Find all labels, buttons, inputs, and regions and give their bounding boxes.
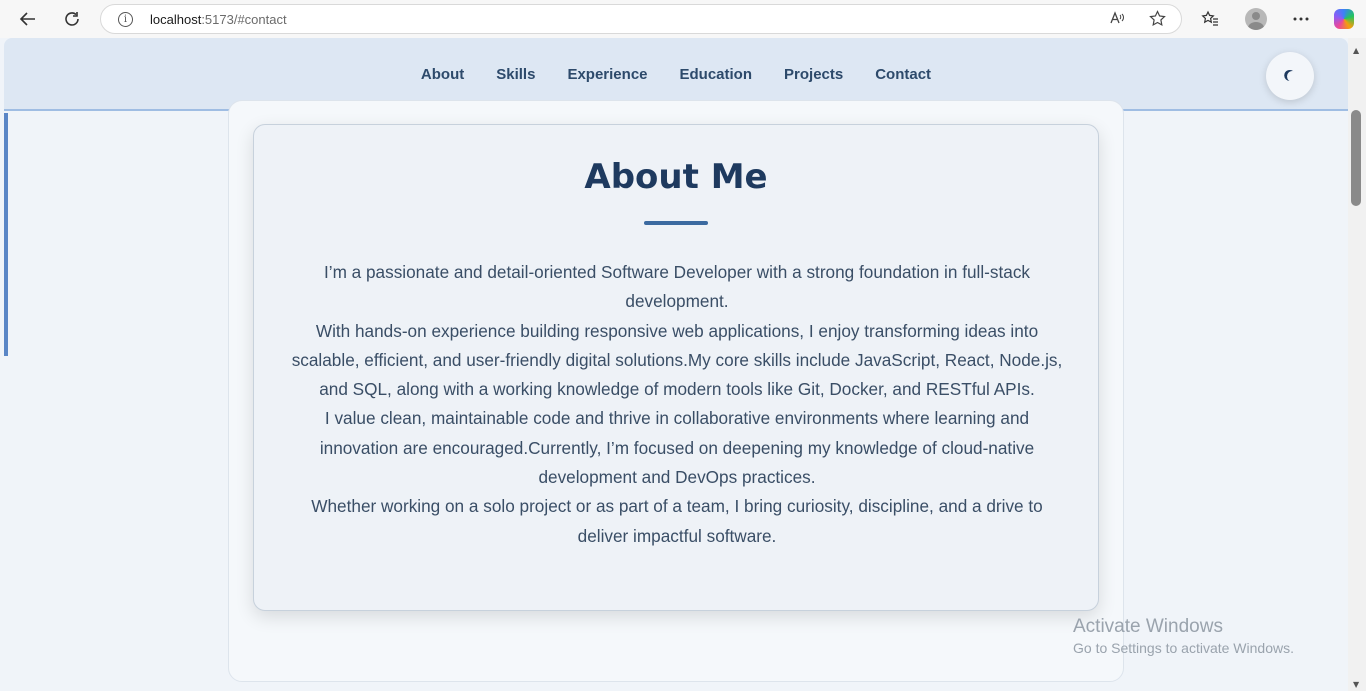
- url-host: localhost: [150, 12, 202, 27]
- moon-icon: [1285, 69, 1299, 83]
- about-paragraph: With hands-on experience building respon…: [291, 320, 1063, 400]
- scroll-down-arrow-icon[interactable]: ▼: [1353, 680, 1359, 689]
- browser-toolbar: i localhost:5173/#contact: [0, 0, 1366, 38]
- windows-activation-watermark: Activate Windows Go to Settings to activ…: [1073, 616, 1294, 656]
- more-options-icon[interactable]: [1288, 6, 1314, 32]
- watermark-subtitle: Go to Settings to activate Windows.: [1073, 640, 1294, 656]
- about-paragraph: I’m a passionate and detail-oriented Sof…: [323, 262, 1031, 312]
- favorite-star-icon[interactable]: [1149, 10, 1166, 31]
- scroll-progress-accent: [4, 113, 8, 356]
- copilot-icon[interactable]: [1331, 6, 1357, 32]
- page-viewport: About Skills Experience Education Projec…: [4, 38, 1348, 691]
- site-info-glyph: i: [123, 14, 128, 25]
- url-text[interactable]: localhost:5173/#contact: [150, 12, 287, 27]
- back-arrow-icon[interactable]: [14, 5, 42, 33]
- nav-education[interactable]: Education: [680, 66, 753, 83]
- favorites-icon[interactable]: [1197, 6, 1223, 32]
- nav-about[interactable]: About: [421, 66, 464, 83]
- scroll-up-arrow-icon[interactable]: ▲: [1353, 46, 1359, 55]
- read-aloud-icon[interactable]: [1109, 10, 1125, 30]
- address-bar[interactable]: i localhost:5173/#contact: [100, 4, 1182, 34]
- scrollbar-thumb[interactable]: [1351, 110, 1361, 206]
- about-title: About Me: [584, 157, 768, 197]
- url-path: :5173/#contact: [201, 12, 287, 27]
- nav-contact[interactable]: Contact: [875, 66, 931, 83]
- title-underline: [644, 221, 708, 225]
- refresh-icon[interactable]: [58, 5, 86, 33]
- theme-toggle-button[interactable]: [1266, 52, 1314, 100]
- about-text: I’m a passionate and detail-oriented Sof…: [284, 258, 1070, 551]
- nav-projects[interactable]: Projects: [784, 66, 843, 83]
- about-paragraph: Whether working on a solo project or as …: [311, 496, 1043, 546]
- vertical-scrollbar[interactable]: ▲ ▼: [1348, 38, 1366, 691]
- site-info-icon[interactable]: i: [118, 12, 133, 27]
- nav-skills[interactable]: Skills: [496, 66, 535, 83]
- about-paragraph: I value clean, maintainable code and thr…: [319, 408, 1035, 488]
- watermark-title: Activate Windows: [1073, 616, 1223, 637]
- nav-experience[interactable]: Experience: [567, 66, 647, 83]
- about-card: About Me I’m a passionate and detail-ori…: [253, 124, 1099, 611]
- profile-avatar-icon[interactable]: [1243, 6, 1269, 32]
